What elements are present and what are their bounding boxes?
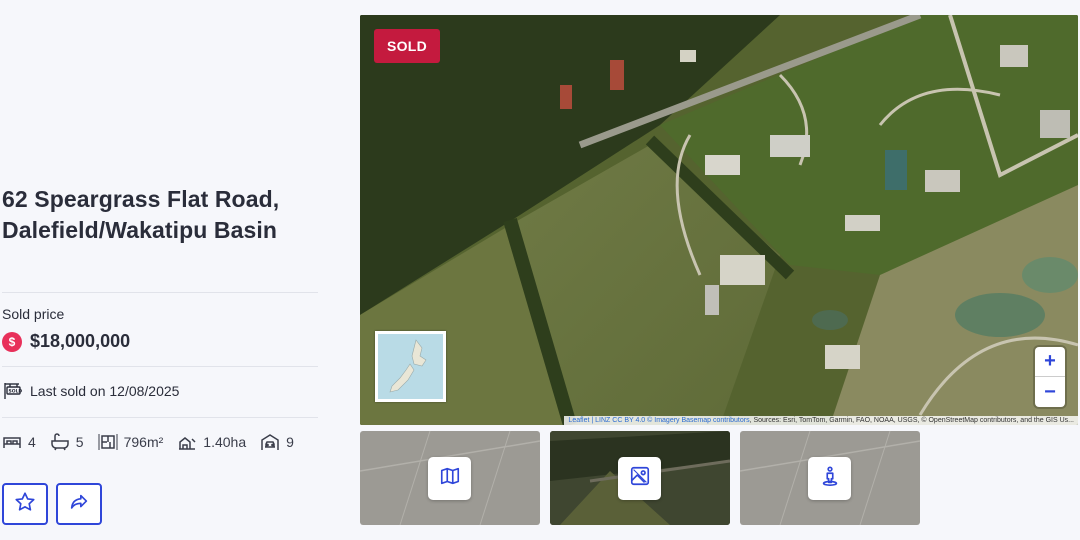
attribution-sources: , Sources: Esri, TomTom, Garmin, FAO, NO… <box>749 417 1074 424</box>
divider <box>2 292 318 293</box>
listing-info-panel: 62 Speargrass Flat Road, Dalefield/Wakat… <box>2 0 318 540</box>
street-view-person-icon <box>819 465 841 492</box>
thumbnail-aerial-view[interactable] <box>550 431 730 525</box>
svg-text:SOLD: SOLD <box>9 389 23 395</box>
floor-plan-icon <box>98 432 118 452</box>
bath-icon <box>50 433 70 451</box>
sold-price-label: Sold price <box>2 306 65 322</box>
aerial-imagery <box>360 15 1078 425</box>
feature-bathrooms: 5 <box>50 433 84 451</box>
property-map[interactable]: SOLD + − Leaflet | LINZ CC BY 4.0 © Imag… <box>360 15 1078 425</box>
parking-count: 9 <box>286 434 294 450</box>
feature-parking: 9 <box>260 433 294 451</box>
bathrooms-count: 5 <box>75 434 84 450</box>
listing-address-title: 62 Speargrass Flat Road, Dalefield/Wakat… <box>2 186 280 243</box>
street-view-button[interactable] <box>808 457 851 500</box>
share-button[interactable] <box>56 483 102 525</box>
nz-minimap[interactable] <box>375 331 446 402</box>
sold-sign-icon: SOLD <box>2 382 22 400</box>
last-sold-row: SOLD Last sold on 12/08/2025 <box>2 382 179 400</box>
feature-land-area: 1.40ha <box>177 433 246 451</box>
price-row: $ $18,000,000 <box>2 331 130 352</box>
sold-badge: SOLD <box>374 29 440 63</box>
listing-actions <box>2 483 102 525</box>
new-zealand-outline-icon <box>389 339 427 393</box>
map-icon <box>439 465 461 492</box>
divider <box>2 366 318 367</box>
aerial-view-button[interactable] <box>618 457 661 500</box>
property-features: 4 5 796m² 1.40ha 9 <box>2 432 294 452</box>
attribution-links[interactable]: Leaflet | LINZ CC BY 4.0 © Imagery Basem… <box>568 417 749 424</box>
aerial-photo-icon <box>629 465 651 492</box>
floor-area-value: 796m² <box>123 434 164 450</box>
garage-car-icon <box>260 433 280 451</box>
land-area-icon <box>177 433 197 451</box>
share-arrow-icon <box>68 491 90 518</box>
zoom-in-button[interactable]: + <box>1035 347 1065 377</box>
land-area-value: 1.40ha <box>203 434 247 450</box>
last-sold-text: Last sold on 12/08/2025 <box>30 383 180 399</box>
favourite-button[interactable] <box>2 483 48 525</box>
zoom-controls: + − <box>1035 347 1065 407</box>
bedrooms-count: 4 <box>28 434 36 450</box>
feature-floor-area: 796m² <box>98 432 164 452</box>
thumbnail-street-view[interactable] <box>740 431 920 525</box>
thumbnail-map-view[interactable] <box>360 431 540 525</box>
sold-price-value: $18,000,000 <box>30 331 131 351</box>
map-attribution: Leaflet | LINZ CC BY 4.0 © Imagery Basem… <box>564 416 1078 425</box>
divider <box>2 417 318 418</box>
dollar-icon: $ <box>2 331 22 352</box>
zoom-out-button[interactable]: − <box>1035 377 1065 407</box>
star-icon <box>14 491 36 518</box>
map-view-button[interactable] <box>428 457 471 500</box>
bed-icon <box>2 434 22 450</box>
feature-bedrooms: 4 <box>2 434 36 450</box>
